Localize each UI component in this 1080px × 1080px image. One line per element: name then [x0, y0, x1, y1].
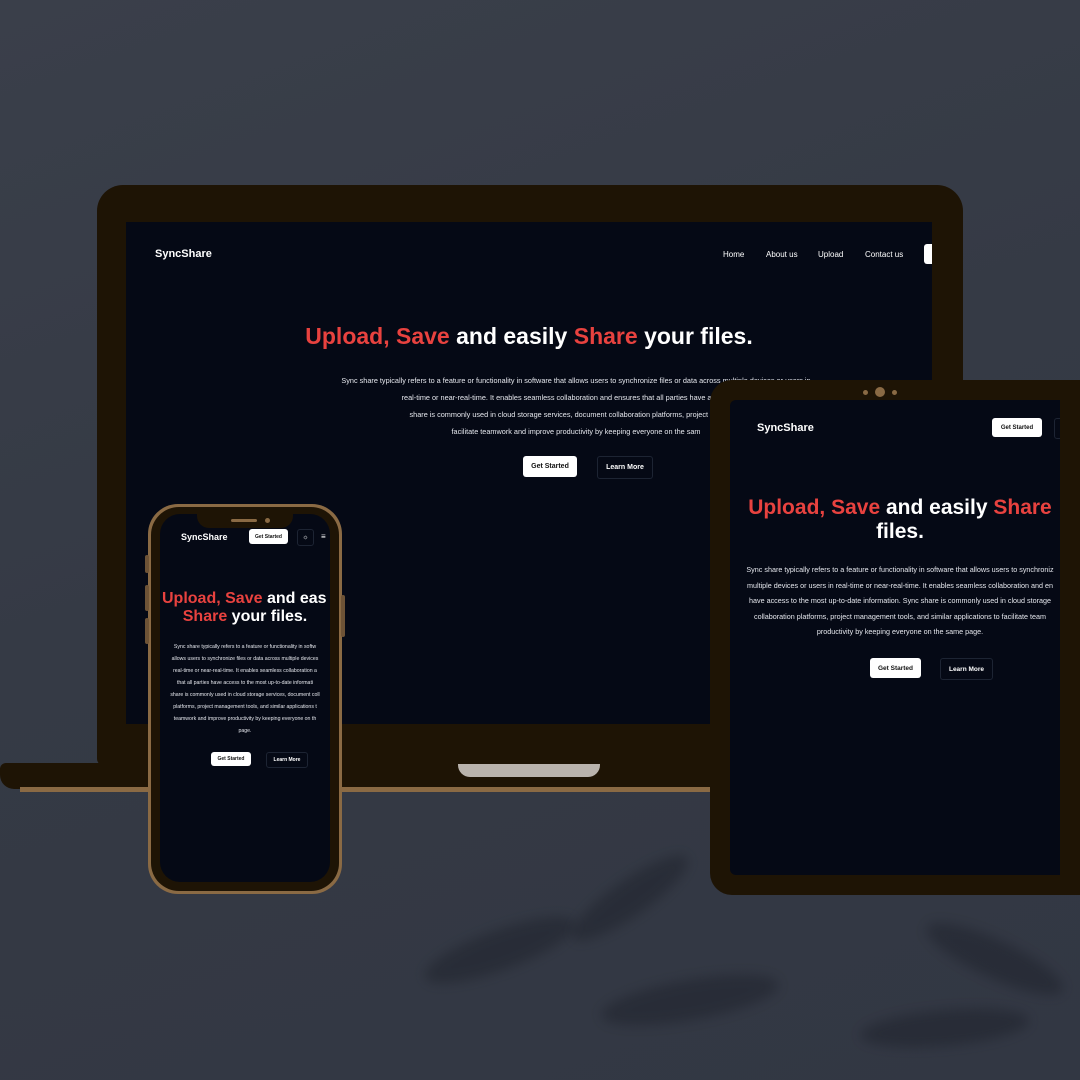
brand-logo[interactable]: SyncShare — [155, 248, 212, 260]
hero-description: Sync share typically refers to a feature… — [170, 644, 320, 734]
phone-side-button — [145, 585, 149, 611]
hero-heading: Upload, Save and easily Share your files… — [305, 323, 753, 349]
tablet-camera — [875, 387, 885, 397]
leaf-shadow — [858, 1002, 1032, 1054]
nav-upload[interactable]: Upload — [818, 250, 843, 259]
brand-logo[interactable]: SyncShare — [181, 532, 228, 542]
leaf-shadow — [417, 903, 583, 997]
phone-speaker — [231, 519, 257, 522]
hero-description: Sync share typically refers to a feature… — [746, 565, 1054, 636]
nav-contact[interactable]: Contact us — [865, 250, 903, 259]
phone-screen: SyncShare Get Started ☼ ≡ Upload, Save a… — [160, 514, 330, 882]
hamburger-menu-icon[interactable]: ≡ — [321, 531, 330, 542]
learn-more-button[interactable]: Learn More — [940, 658, 993, 680]
tablet-sensor — [892, 390, 897, 395]
get-started-button[interactable]: Get Started — [870, 658, 921, 678]
leaf-shadow — [597, 964, 783, 1036]
phone-side-button — [341, 595, 345, 637]
hero-heading: Upload, Save and easily Share files. — [748, 496, 1052, 543]
laptop-base — [0, 763, 740, 789]
phone-camera — [265, 518, 270, 523]
learn-more-button[interactable]: Learn More — [266, 752, 308, 768]
nav-home[interactable]: Home — [723, 250, 744, 259]
leaf-shadow — [918, 910, 1072, 1008]
hero-heading: Upload, Save and eas Share your files. — [162, 590, 327, 625]
get-started-button[interactable]: Get Started — [523, 456, 577, 477]
nav-get-started-button[interactable] — [924, 244, 932, 264]
get-started-button[interactable]: Get Started — [211, 752, 251, 766]
nav-get-started-button[interactable]: Get Started — [992, 418, 1042, 437]
laptop-notch — [458, 764, 600, 777]
sun-icon: ☼ — [302, 534, 309, 541]
phone-side-button — [145, 618, 149, 644]
learn-more-button[interactable]: Learn More — [597, 456, 653, 479]
leaf-shadow — [562, 843, 698, 953]
phone-side-button — [145, 555, 149, 573]
nav-about[interactable]: About us — [766, 250, 798, 259]
theme-toggle-button[interactable]: ☼ — [297, 529, 314, 546]
tablet-sensor — [863, 390, 868, 395]
theme-toggle-button[interactable] — [1054, 418, 1060, 439]
brand-logo[interactable]: SyncShare — [757, 422, 814, 434]
tablet-screen: SyncShare Get Started Upload, Save and e… — [730, 400, 1060, 875]
laptop-base-trim — [20, 787, 740, 792]
nav-get-started-button[interactable]: Get Started — [249, 529, 288, 544]
